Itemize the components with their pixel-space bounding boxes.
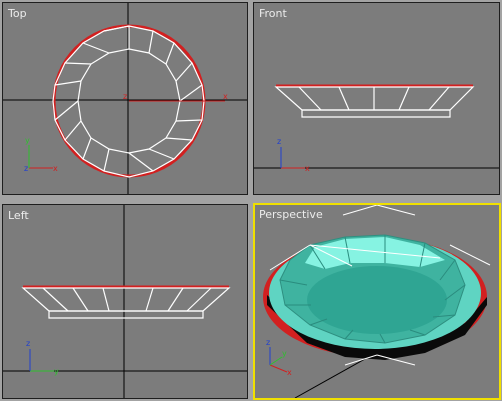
tripod-label-y: y [54,367,59,376]
tripod-label-x: x [287,368,292,377]
tripod-label-z: z [277,137,281,146]
viewport-perspective[interactable]: Perspective z x y [253,203,501,400]
gizmo-label-z: z [123,92,127,101]
gizmo-label-x: x [223,92,228,101]
tripod-label-x: x [305,164,310,173]
viewport-left[interactable]: Left y z [2,204,248,399]
axis-tripod-icon: y z [26,339,59,376]
tripod-label-x: x [53,164,58,173]
axis-tripod-icon: x z [277,137,310,173]
tripod-label-y: y [282,349,287,358]
bowl-left-wireframe [21,285,231,319]
viewport-top-canvas[interactable]: z x z x y [3,3,247,194]
tripod-label-z: z [266,338,270,347]
viewport-front[interactable]: Front x z [253,2,500,195]
viewport-left-canvas[interactable]: y z [3,205,247,398]
tripod-label-z: z [26,339,30,348]
tripod-label-y: y [25,136,30,145]
viewport-front-canvas[interactable]: x z [254,3,499,194]
viewport-perspective-canvas[interactable]: z x y [255,205,499,398]
viewport-top[interactable]: Top z x z x y [2,2,248,195]
bowl-front-wireframe [274,84,475,118]
axis-tripod-icon: z x y [266,338,292,377]
axis-tripod-icon: z x y [24,136,58,173]
tripod-label-z: z [24,164,28,173]
